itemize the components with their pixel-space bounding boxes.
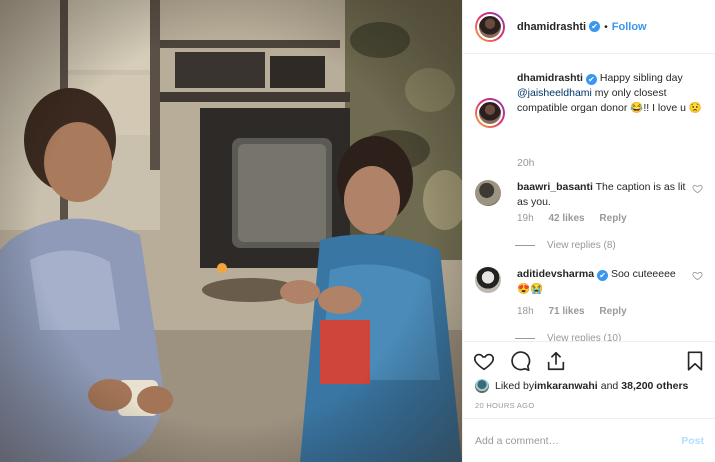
post-photo[interactable]: [0, 0, 462, 462]
comment-meta: 19h 42 likes Reply: [517, 213, 639, 224]
comment-meta: 18h 71 likes Reply: [517, 306, 639, 317]
bookmark-icon[interactable]: [684, 350, 706, 372]
caption-username[interactable]: dhamidrashti: [517, 72, 583, 84]
caption-mention[interactable]: @jaisheeldhami: [517, 87, 592, 99]
comment-likes[interactable]: 42 likes: [548, 213, 584, 224]
view-replies[interactable]: View replies (10): [515, 333, 621, 341]
likes-middle: and: [600, 380, 619, 392]
comment-username[interactable]: baawri_basanti: [517, 181, 593, 193]
follow-button[interactable]: Follow: [612, 21, 647, 33]
verified-icon: ✔: [597, 270, 609, 281]
likes-prefix: Liked by: [495, 380, 535, 392]
verified-icon: ✔: [585, 74, 597, 85]
comment-time[interactable]: 19h: [517, 213, 534, 224]
view-replies[interactable]: View replies (8): [515, 240, 616, 251]
caption-body: Happy sibling day: [596, 72, 683, 84]
post-timestamp[interactable]: 20 HOURS AGO: [475, 401, 534, 410]
heart-icon[interactable]: [692, 270, 703, 281]
add-comment-bar: Post: [463, 418, 715, 462]
comment-text: baawri_basanti The caption is as lit as …: [517, 180, 687, 210]
share-icon[interactable]: [545, 350, 567, 372]
likes-count[interactable]: 38,200 others: [621, 380, 688, 392]
caption-time[interactable]: 20h: [517, 157, 535, 169]
separator-dot: •: [604, 20, 608, 33]
post-button[interactable]: Post: [681, 435, 704, 447]
commenter-avatar[interactable]: [475, 180, 501, 206]
caption-text: dhamidrashti ✔ Happy sibling day @jaishee…: [517, 71, 705, 116]
post-image: [0, 0, 462, 462]
author-avatar[interactable]: [475, 11, 505, 42]
verified-icon: ✔: [589, 21, 601, 32]
comment-username[interactable]: aditidevsharma: [517, 268, 594, 280]
comment-icon[interactable]: [509, 350, 531, 372]
comment-likes[interactable]: 71 likes: [548, 306, 584, 317]
comment-time[interactable]: 18h: [517, 306, 534, 317]
view-replies-label[interactable]: View replies (10): [547, 333, 621, 341]
reply-button[interactable]: Reply: [599, 213, 626, 224]
liker-avatar[interactable]: [475, 379, 489, 393]
liker-username[interactable]: imkaranwahi: [534, 380, 598, 392]
reply-button[interactable]: Reply: [599, 306, 626, 317]
divider-line: [515, 245, 535, 246]
likes-summary: Liked by imkaranwahi and 38,200 others: [475, 379, 688, 393]
post-sidebar: dhamidrashti ✔ • Follow dhamidrashti ✔ Ha…: [462, 0, 715, 462]
author-username[interactable]: dhamidrashti: [517, 21, 586, 33]
caption-avatar[interactable]: [475, 98, 505, 128]
commenter-avatar[interactable]: [475, 267, 501, 293]
comment-input[interactable]: [475, 434, 682, 447]
heart-icon[interactable]: [473, 350, 495, 372]
view-replies-label[interactable]: View replies (8): [547, 240, 616, 251]
post-header: dhamidrashti ✔ • Follow: [463, 0, 715, 54]
comment-text: aditidevsharma ✔ Soo cuteeeee 😍😭: [517, 267, 687, 297]
post-actions: Liked by imkaranwahi and 38,200 others 2…: [463, 341, 715, 413]
divider-line: [515, 338, 535, 339]
heart-icon[interactable]: [692, 183, 703, 194]
comments-list[interactable]: dhamidrashti ✔ Happy sibling day @jaishee…: [463, 55, 715, 341]
